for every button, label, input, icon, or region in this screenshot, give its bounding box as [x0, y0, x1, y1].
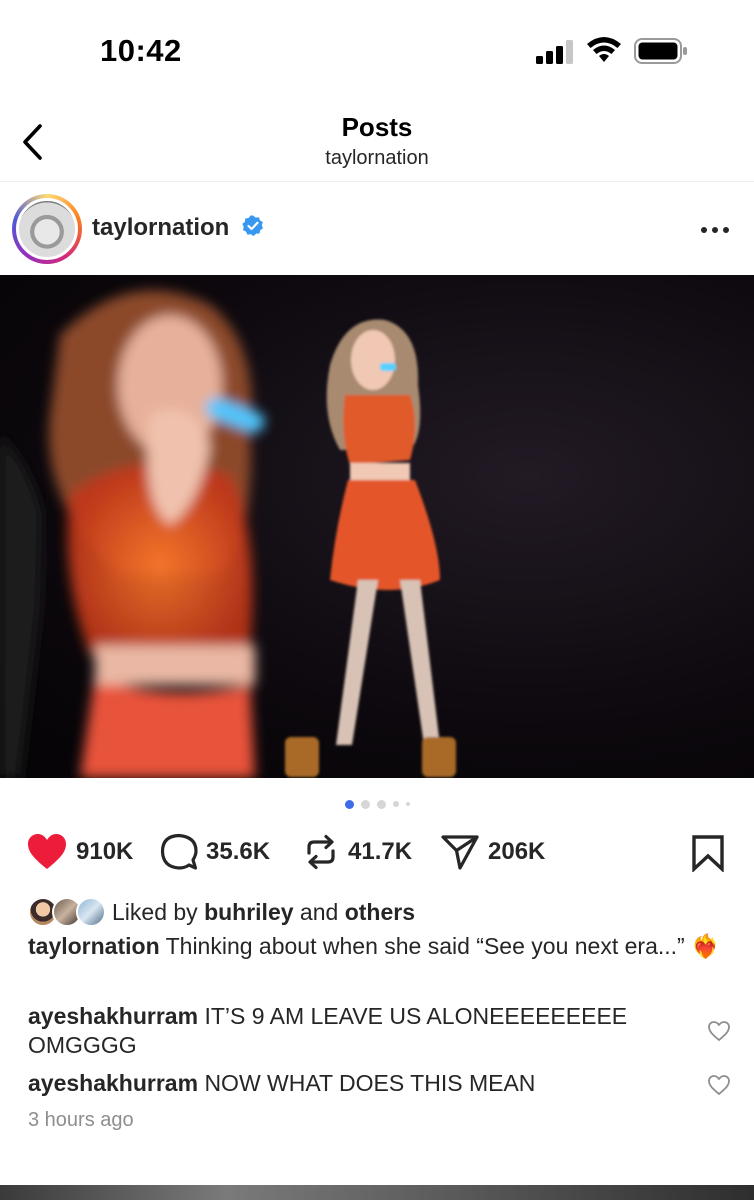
liked-by-text: Liked by buhriley and others — [112, 899, 415, 926]
comment-count: 35.6K — [206, 838, 271, 865]
concert-photo-illustration — [0, 290, 456, 778]
avatar — [16, 198, 78, 260]
post-timestamp: 3 hours ago — [28, 1109, 134, 1131]
post-header: taylornation — [0, 182, 754, 275]
ellipsis-icon[interactable] — [696, 218, 736, 242]
wifi-icon — [587, 37, 621, 62]
comment-author[interactable]: ayeshakhurram — [28, 1070, 198, 1096]
carousel-dot — [392, 801, 399, 807]
post-action-bar: 910K 35.6K 41.7K 206K — [0, 826, 754, 880]
like-count: 910K — [76, 838, 134, 865]
battery-icon — [634, 38, 687, 64]
carousel-indicator — [0, 798, 754, 810]
carousel-dot-active — [344, 799, 354, 809]
repost-count: 41.7K — [348, 838, 413, 865]
post-caption: taylornation Thinking about when she sai… — [28, 931, 728, 962]
avatar-story-ring[interactable] — [12, 194, 82, 264]
verified-badge-icon — [242, 215, 263, 236]
heart-outline-icon[interactable] — [707, 1074, 731, 1096]
carousel-dot — [405, 802, 410, 806]
repost-icon — [307, 834, 335, 870]
next-post-preview[interactable] — [0, 1185, 754, 1200]
caption-text: Thinking about when she said “See you ne… — [165, 933, 720, 959]
post-photo[interactable] — [0, 275, 754, 778]
nav-header: Posts taylornation — [0, 100, 754, 182]
status-bar: 10:42 — [0, 0, 754, 100]
post-username[interactable]: taylornation — [92, 214, 229, 242]
caption-author[interactable]: taylornation — [28, 933, 160, 959]
share-count: 206K — [488, 838, 546, 865]
liked-by-row[interactable]: Liked by buhriley and others — [28, 894, 415, 930]
comment-bubble-icon — [160, 833, 198, 870]
bookmark-icon[interactable] — [690, 834, 726, 872]
comment-author[interactable]: ayeshakhurram — [28, 1003, 198, 1029]
share-button[interactable]: 206K — [440, 832, 545, 872]
liked-by-user[interactable]: buhriley — [204, 899, 293, 925]
carousel-dot — [360, 799, 370, 809]
comment-button[interactable]: 35.6K — [160, 832, 270, 872]
comment-item: ayeshakhurram IT’S 9 AM LEAVE US ALONEEE… — [28, 1002, 688, 1060]
status-time: 10:42 — [100, 33, 182, 68]
page-title: Posts — [341, 112, 413, 142]
liked-by-prefix: Liked by — [112, 898, 198, 925]
liked-by-avatars — [28, 895, 108, 929]
comment-text: NOW WHAT DOES THIS MEAN — [204, 1070, 536, 1096]
heart-filled-icon — [28, 834, 66, 869]
paper-plane-icon — [441, 835, 479, 870]
like-button[interactable]: 910K — [26, 832, 133, 872]
carousel-dot — [376, 799, 386, 809]
heart-outline-icon[interactable] — [707, 1020, 731, 1042]
cellular-signal-icon — [536, 40, 573, 64]
liked-by-others[interactable]: others — [345, 899, 415, 925]
repost-button[interactable]: 41.7K — [302, 832, 412, 872]
page-subtitle: taylornation — [325, 147, 429, 169]
liked-by-joiner: and — [299, 898, 339, 925]
avatar — [76, 897, 106, 927]
comment-item: ayeshakhurram NOW WHAT DOES THIS MEAN — [28, 1069, 688, 1098]
